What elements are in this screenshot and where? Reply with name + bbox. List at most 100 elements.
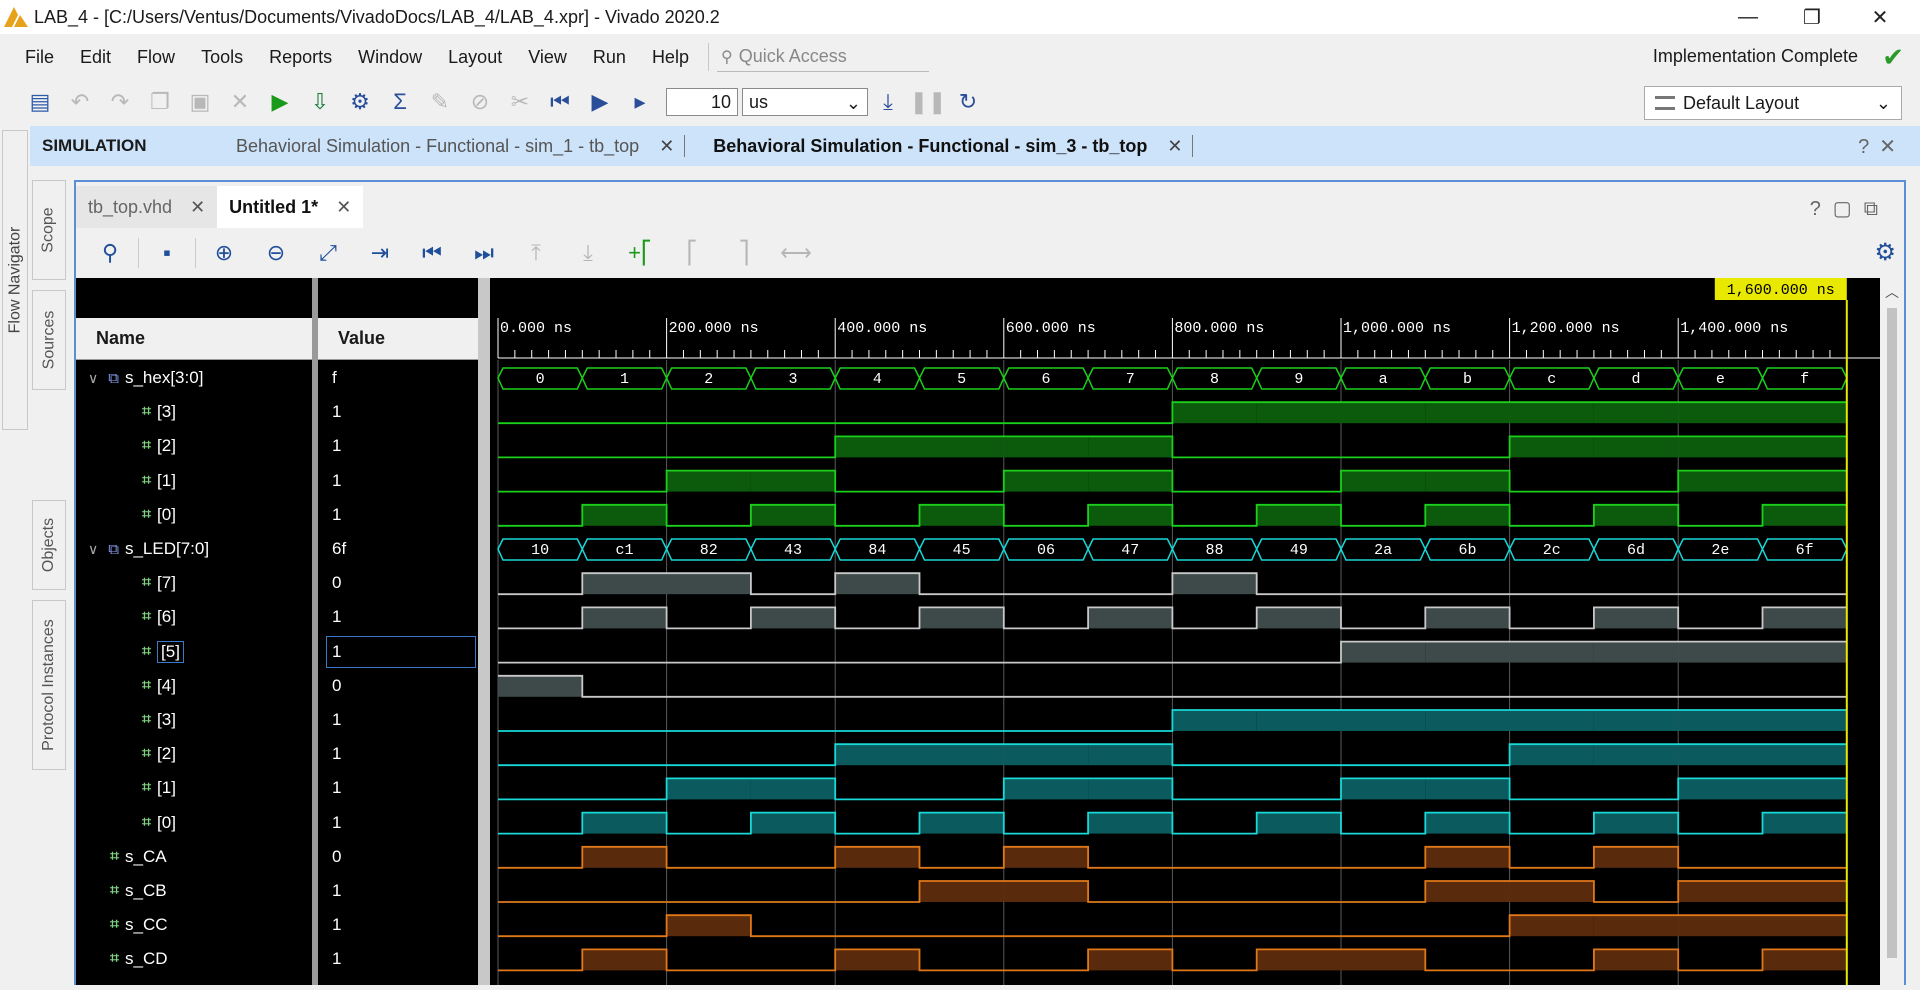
zoom-out-icon: ⊖ [266, 240, 286, 265]
splitter[interactable] [478, 278, 490, 985]
vertical-scrollbar[interactable]: ︿ [1880, 278, 1904, 985]
step-button[interactable]: ⤓ [868, 83, 908, 121]
signal-row-name[interactable]: ⌗ [4] [142, 669, 176, 703]
signal-row-name[interactable]: ⌗ [5] [142, 635, 184, 669]
run-time-unit-select[interactable]: us ⌄ [742, 88, 868, 116]
next-marker-button[interactable]: ⎤ [718, 233, 770, 273]
menu-view[interactable]: View [515, 47, 580, 68]
add-marker-button[interactable]: +⎡ [614, 233, 666, 273]
signal-icon: ⌗ [142, 779, 152, 797]
gear-icon[interactable]: ⚙ [1874, 238, 1896, 267]
undo-button[interactable]: ↶ [60, 83, 100, 121]
run-button[interactable]: ▶ [260, 83, 300, 121]
redo-button[interactable]: ↷ [100, 83, 140, 121]
name-header[interactable]: Name [76, 318, 312, 360]
menu-edit[interactable]: Edit [67, 47, 124, 68]
panel-window-controls[interactable]: ?▢⧉ [1810, 196, 1890, 221]
signal-row-name[interactable]: ⌗ s_CC [110, 908, 168, 942]
quick-access-input[interactable]: ⚲ Quick Access [716, 42, 929, 72]
restore-button[interactable]: ❐ [1784, 0, 1840, 34]
run-all-button[interactable]: ▶ [580, 83, 620, 121]
selected-value-box[interactable] [326, 635, 476, 668]
break-button[interactable]: ❚❚ [908, 83, 948, 121]
menu-window[interactable]: Window [345, 47, 435, 68]
tab-protocol-instances[interactable]: Protocol Instances [32, 600, 66, 770]
copy-button[interactable]: ❐ [140, 83, 180, 121]
go-to-start-button[interactable]: ⏮ [406, 233, 458, 273]
menu-run[interactable]: Run [580, 47, 639, 68]
save-button[interactable]: ▪ [141, 233, 193, 273]
debug-button-3[interactable]: ✂ [500, 83, 540, 121]
go-to-cursor-button[interactable]: ⇥ [354, 233, 406, 273]
signal-row-name[interactable]: ⌗ [0] [142, 498, 176, 532]
signal-row-name[interactable]: ⌗ [7] [142, 566, 176, 600]
menu-help[interactable]: Help [639, 47, 702, 68]
signal-row-name[interactable]: ⌗ [1] [142, 771, 176, 805]
help-close-icons[interactable]: ?✕ [1858, 134, 1906, 159]
zoom-fit-button[interactable]: ⤢ [302, 233, 354, 273]
tab-scope[interactable]: Scope [32, 180, 66, 280]
menu-layout[interactable]: Layout [435, 47, 515, 68]
menu-file[interactable]: File [12, 47, 67, 68]
value-header[interactable]: Value [318, 318, 478, 360]
signal-row-name[interactable]: ⌗ s_CB [110, 874, 167, 908]
report-button[interactable]: Σ [380, 83, 420, 121]
tab-sim-1[interactable]: Behavioral Simulation - Functional - sim… [236, 136, 639, 157]
signal-row-name[interactable]: ∨ ⧉ s_LED[7:0] [88, 532, 209, 566]
tab-objects[interactable]: Objects [32, 500, 66, 590]
close-icon[interactable]: ✕ [1167, 136, 1182, 157]
signal-row-name[interactable]: ⌗ s_CA [110, 840, 167, 874]
signal-row-name[interactable]: ⌗ [1] [142, 464, 176, 498]
run-for-button[interactable]: ▸ [620, 83, 660, 121]
tab-tb-top-vhd[interactable]: tb_top.vhd ✕ [76, 186, 218, 228]
debug-button-1[interactable]: ✎ [420, 83, 460, 121]
menu-flow[interactable]: Flow [124, 47, 188, 68]
tab-flow-navigator[interactable]: Flow Navigator [2, 130, 28, 430]
layout-select[interactable]: Default Layout ⌄ [1644, 86, 1902, 120]
signal-row-name[interactable]: ⌗ [3] [142, 395, 176, 429]
go-start-icon: ⏮ [422, 240, 442, 265]
signal-row-name[interactable]: ⌗ [2] [142, 737, 176, 771]
step-icon: ⤓ [883, 89, 893, 114]
restart-sim-button[interactable]: ⏮ [540, 83, 580, 121]
settings-button[interactable]: ⚙ [340, 83, 380, 121]
next-transition-button[interactable]: ⤓ [562, 233, 614, 273]
signal-row-name[interactable]: ⌗ [2] [142, 429, 176, 463]
swap-cursors-button[interactable]: ⟷ [770, 233, 822, 273]
signal-row-name[interactable]: ⌗ [6] [142, 600, 176, 634]
tab-untitled-1[interactable]: Untitled 1* ✕ [217, 186, 364, 228]
close-icon[interactable]: ✕ [336, 197, 351, 218]
bus-icon: ⧉ [108, 369, 119, 387]
search-button[interactable]: ⚲ [84, 233, 136, 273]
zoom-in-button[interactable]: ⊕ [198, 233, 250, 273]
minimize-button[interactable]: — [1720, 0, 1776, 34]
zoom-out-button[interactable]: ⊖ [250, 233, 302, 273]
scroll-up-icon[interactable]: ︿ [1885, 282, 1899, 302]
signal-row-name[interactable]: ⌗ s_CD [110, 942, 168, 976]
program-device-button[interactable]: ⇩ [300, 83, 340, 121]
tab-sim-3[interactable]: Behavioral Simulation - Functional - sim… [713, 136, 1147, 157]
menu-reports[interactable]: Reports [256, 47, 345, 68]
signal-row-name[interactable]: ⌗ [3] [142, 703, 176, 737]
go-to-end-button[interactable]: ⏭ [458, 233, 510, 273]
prev-marker-button[interactable]: ⎡ [666, 233, 718, 273]
chevron-down-icon[interactable]: ∨ [88, 370, 98, 387]
run-time-input[interactable]: 10 [666, 88, 738, 116]
menu-tools[interactable]: Tools [188, 47, 256, 68]
signal-row-name[interactable]: ∨ ⧉ s_hex[3:0] [88, 361, 203, 395]
chevron-down-icon[interactable]: ∨ [88, 541, 98, 558]
close-icon[interactable]: ✕ [659, 136, 674, 157]
relaunch-button[interactable]: ↻ [948, 83, 988, 121]
scroll-thumb[interactable] [1887, 308, 1897, 958]
signal-row-name[interactable]: ⌗ [0] [142, 806, 176, 840]
close-icon[interactable]: ✕ [190, 197, 205, 218]
tab-sources[interactable]: Sources [32, 290, 66, 390]
waveform-canvas[interactable]: 0.000 ns 200.000 ns 400.000 ns 600.000 ns 80… [490, 278, 1904, 985]
paste-button[interactable]: ▣ [180, 83, 220, 121]
prev-transition-button[interactable]: ⤒ [510, 233, 562, 273]
delete-button[interactable]: ✕ [220, 83, 260, 121]
signal-icon: ⌗ [142, 574, 152, 592]
close-button[interactable]: ✕ [1852, 0, 1908, 34]
open-project-button[interactable]: ▤ [20, 83, 60, 121]
debug-button-2[interactable]: ⊘ [460, 83, 500, 121]
